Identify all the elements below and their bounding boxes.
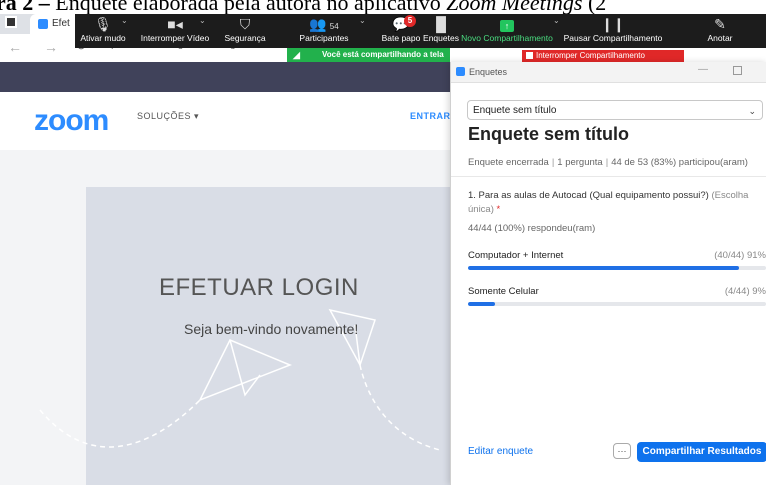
chat-bubble-icon: 💬	[392, 16, 410, 32]
poll-heading: Enquete sem título	[468, 124, 630, 144]
poll-meta: Enquete encerrada | 1 pergunta | 44 de 53 (8…	[468, 157, 748, 168]
poll-option: Computador + Internet (40/44) 91%	[468, 250, 766, 261]
chat-button[interactable]: 💬 5 Bate papo	[378, 14, 424, 48]
shield-icon: ⛉	[239, 16, 251, 32]
chevron-down-icon[interactable]: ⌄	[121, 16, 128, 25]
caption-text: Enquete elaborada pela autora no aplicat…	[55, 0, 447, 14]
new-share-button[interactable]: ↑ Novo Compartilhamento ⌄	[457, 14, 560, 48]
participants-button[interactable]: 👥 54 Participantes ⌄	[293, 14, 365, 48]
polls-window-title: Enquetes	[469, 67, 508, 77]
chevron-down-icon[interactable]: ⌄	[359, 16, 366, 25]
poll-select-value: Enquete sem título	[473, 105, 557, 116]
poll-select-dropdown[interactable]: Enquete sem título ⌄	[467, 100, 763, 120]
result-bar-fill	[468, 302, 495, 306]
mute-button[interactable]: 🎙 Ativar mudo ⌄	[77, 14, 129, 48]
caption-app: Zoom Meetings	[446, 0, 583, 14]
new-share-label: Novo Compartilhamento	[461, 33, 553, 43]
question-text: 1. Para as aulas de Autocad (Qual equipa…	[468, 190, 709, 201]
pause-share-button[interactable]: ❙❙ Pausar Compartilhamento	[559, 14, 667, 48]
security-button[interactable]: ⛉ Segurança	[220, 14, 270, 48]
mute-label: Ativar mudo	[80, 33, 126, 43]
solutions-menu[interactable]: SOLUÇÕES ▾	[137, 111, 199, 122]
share-status-icon: ◢	[293, 50, 300, 60]
chevron-down-icon: ⌄	[748, 106, 756, 116]
window-icon[interactable]	[5, 16, 17, 28]
polls-window: Enquetes — Enquete sem título ⌄ Enquete …	[450, 62, 766, 485]
zoom-meeting-toolbar: 🎙 Ativar mudo ⌄ ■◂ Interromper Vídeo ⌄ ⛉…	[75, 14, 766, 48]
sharing-message: Você está compartilhando a tela	[322, 50, 444, 59]
chevron-down-icon[interactable]: ⌄	[199, 16, 206, 25]
forward-arrow-icon[interactable]: →	[44, 39, 58, 55]
participants-icon: 👥 54	[309, 16, 339, 32]
paper-plane-illustration	[39, 308, 441, 451]
result-bar-track	[468, 302, 766, 306]
pause-icon: ❙❙	[601, 16, 625, 32]
share-results-button[interactable]: Compartilhar Resultados	[637, 442, 766, 462]
security-label: Segurança	[224, 33, 266, 43]
share-screen-icon: ↑	[457, 14, 557, 34]
edit-poll-link[interactable]: Editar enquete	[468, 446, 533, 457]
more-options-button[interactable]: ···	[613, 443, 631, 459]
option-label: Computador + Internet	[468, 250, 564, 261]
poll-question: 1. Para as aulas de Autocad (Qual equipa…	[468, 189, 758, 217]
pause-share-label: Pausar Compartilhamento	[563, 33, 663, 43]
chat-label: Bate papo	[381, 33, 421, 43]
solutions-label: SOLUÇÕES	[137, 111, 192, 121]
minimize-icon[interactable]: —	[698, 64, 708, 75]
annotate-label: Anotar	[707, 33, 733, 43]
tab-title: Efet	[52, 18, 70, 29]
back-arrow-icon[interactable]: ←	[8, 39, 22, 55]
option-result: (4/44) 9%	[724, 286, 766, 297]
result-bar-fill	[468, 266, 740, 270]
answered-count: 44/44 (100%) respondeu(ram)	[468, 223, 596, 234]
video-label: Interromper Vídeo	[140, 33, 210, 43]
option-label: Somente Celular	[468, 286, 539, 297]
chat-badge: 5	[404, 15, 416, 27]
participants-label: Participantes	[299, 33, 349, 43]
zoom-logo[interactable]: zoom	[34, 104, 109, 138]
polls-button[interactable]: ▐▌ Enquetes	[422, 14, 460, 48]
login-subtitle: Seja bem-vindo novamente!	[184, 321, 359, 337]
polls-label: Enquetes	[423, 33, 459, 43]
figure-caption: ra 2 – Enquete elaborada pela autora no …	[0, 0, 766, 14]
poll-participation: 44 de 53 (83%) participou(aram)	[611, 157, 748, 168]
poll-question-count: 1 pergunta	[557, 157, 603, 168]
page-top-band	[0, 62, 450, 92]
annotate-button[interactable]: ✎ Anotar	[702, 14, 738, 48]
maximize-icon[interactable]	[733, 66, 742, 75]
stop-square-icon	[526, 52, 533, 59]
required-mark: *	[496, 204, 501, 215]
divider	[451, 176, 766, 177]
caption-prefix: ra 2 –	[0, 0, 56, 14]
polls-window-titlebar: Enquetes —	[451, 62, 766, 83]
stop-share-button[interactable]: Interromper Compartilhamento	[522, 50, 684, 62]
sharing-indicator: ◢ Você está compartilhando a tela	[287, 48, 450, 62]
pencil-icon: ✎	[714, 16, 726, 32]
stop-video-button[interactable]: ■◂ Interromper Vídeo ⌄	[133, 14, 217, 48]
result-bar-track	[468, 266, 766, 270]
poll-status: Enquete encerrada	[468, 157, 549, 168]
signin-link[interactable]: ENTRAR	[410, 111, 451, 121]
caret-down-icon: ▾	[194, 111, 200, 121]
poll-option: Somente Celular (4/44) 9%	[468, 286, 766, 297]
participants-count: 54	[329, 22, 339, 31]
zoom-app-icon	[456, 67, 465, 76]
login-title: EFETUAR LOGIN	[159, 274, 359, 301]
bar-chart-icon: ▐▌	[431, 16, 451, 32]
option-result: (40/44) 91%	[714, 250, 766, 261]
caption-suffix: (2	[582, 0, 607, 14]
stop-share-label: Interromper Compartilhamento	[536, 51, 645, 60]
zoom-favicon-icon	[38, 19, 48, 29]
